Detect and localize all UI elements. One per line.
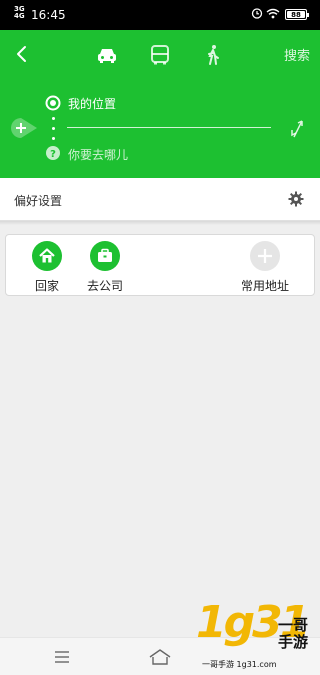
home-key-icon[interactable] (148, 648, 172, 666)
menu-icon[interactable] (54, 650, 70, 664)
briefcase-icon (90, 241, 120, 271)
route-header: 搜索 我的位置 ? 你要去哪儿 (0, 30, 320, 178)
battery-level: 88 (287, 11, 305, 19)
favorite-common-address[interactable]: 常用地址 (235, 241, 295, 294)
svg-text:?: ? (50, 149, 56, 160)
watermark-logo: 1g31 一哥手游 一哥手游 1g31.com (196, 597, 320, 675)
origin-field[interactable]: 我的位置 (68, 95, 116, 112)
field-divider (67, 127, 271, 128)
route-dots (52, 117, 55, 147)
back-arrow-icon[interactable] (12, 44, 32, 64)
favorite-home[interactable]: 回家 (17, 241, 77, 294)
section-shadow (0, 221, 320, 225)
status-bar: 3G 4G 16:45 88 (0, 0, 320, 30)
walk-icon[interactable] (202, 44, 224, 66)
wifi-icon (266, 8, 280, 19)
question-icon: ? (46, 146, 60, 160)
plus-icon (250, 241, 280, 271)
bus-icon[interactable] (149, 44, 171, 66)
watermark-brand: 一哥手游 (278, 616, 309, 651)
status-time: 16:45 (31, 8, 66, 22)
favorite-home-label: 回家 (34, 279, 59, 293)
favorite-work[interactable]: 去公司 (75, 241, 135, 294)
destination-input[interactable]: 你要去哪儿 (68, 146, 128, 163)
preferences-label: 偏好设置 (14, 194, 63, 208)
search-button[interactable]: 搜索 (284, 45, 310, 64)
add-waypoint-icon[interactable] (10, 117, 38, 139)
battery-icon: 88 (285, 9, 309, 20)
swap-icon[interactable] (288, 118, 308, 140)
favorites-card: 回家 去公司 常用地址 (5, 234, 315, 296)
location-origin-icon (45, 95, 61, 111)
gear-icon[interactable] (288, 191, 304, 207)
home-icon (32, 241, 62, 271)
watermark-site: 一哥手游 1g31.com (202, 660, 277, 669)
favorite-common-label: 常用地址 (240, 279, 289, 293)
favorite-work-label: 去公司 (86, 279, 123, 293)
signal-indicator: 3G 4G (14, 5, 25, 20)
car-icon[interactable] (96, 44, 118, 66)
alarm-icon (251, 8, 263, 19)
preferences-row[interactable]: 偏好设置 (0, 178, 320, 221)
